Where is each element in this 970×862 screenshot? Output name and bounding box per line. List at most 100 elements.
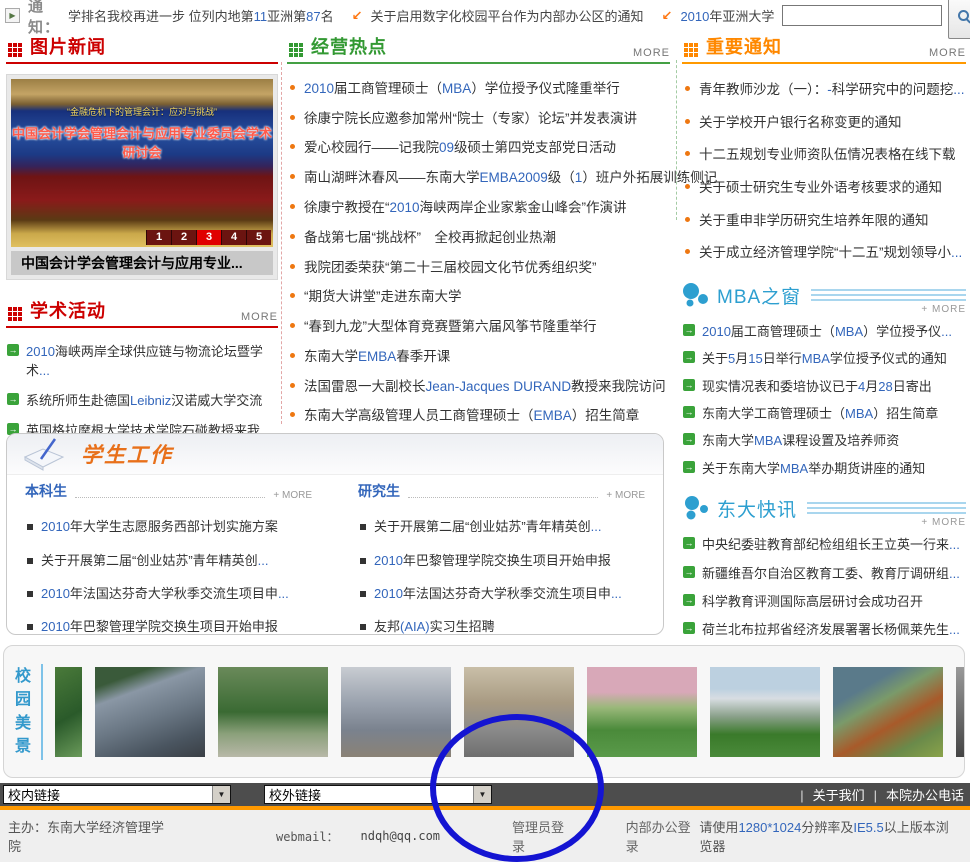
office-login-link[interactable]: 内部办公登录 bbox=[626, 817, 700, 855]
news-item[interactable]: → 东南大学工商管理硕士（MBA）招生简章 bbox=[682, 399, 966, 426]
notice-label: 通知： bbox=[28, 0, 60, 37]
grid-icon bbox=[8, 42, 23, 57]
news-item[interactable]: → 2010海峡两岸全球供应链与物流论坛暨学术... bbox=[6, 336, 278, 385]
campus-photo[interactable] bbox=[55, 667, 82, 757]
notice-item[interactable]: 关于启用数字化校园平台作为内部办公区的通知 bbox=[371, 6, 644, 25]
footer-links: 关于我们 本院办公电话 bbox=[791, 785, 964, 804]
notices-list: 青年教师沙龙（一）：-科学研究中的问题挖... 关于学校开户银行名称变更的通知 … bbox=[682, 72, 966, 268]
news-item[interactable]: 关于学校开户银行名称变更的通知 bbox=[682, 105, 966, 138]
business-more-link[interactable]: MORE bbox=[633, 47, 670, 59]
news-item[interactable]: → 关于5月15日举行MBA学位授予仪式的通知 bbox=[682, 344, 966, 371]
news-item[interactable]: 徐康宁院长应邀参加常州“院士（专家）论坛”并发表演讲 bbox=[287, 102, 670, 132]
news-item[interactable]: 2010年巴黎管理学院交换生项目开始申报 bbox=[25, 609, 312, 642]
column-title: 本科生 bbox=[25, 481, 67, 501]
dot-bullet-icon bbox=[290, 323, 295, 328]
news-item[interactable]: → 现实情况表和委培协议已于4月28日寄出 bbox=[682, 371, 966, 398]
news-item[interactable]: → 2010届工商管理硕士（MBA）学位授予仪... bbox=[682, 317, 966, 344]
arrow-bullet-icon: → bbox=[683, 537, 695, 549]
graduate-more-link[interactable]: + MORE bbox=[606, 490, 645, 501]
arrow-bullet-icon: → bbox=[683, 566, 695, 578]
pagination-page[interactable]: 4 bbox=[221, 230, 246, 245]
dropdown-arrow-icon[interactable]: ▼ bbox=[473, 786, 491, 803]
news-item[interactable]: → 东南大学MBA课程设置及培养师资 bbox=[682, 426, 966, 453]
news-item[interactable]: → 荷兰北布拉邦省经济发展署署长杨佩莱先生... bbox=[682, 614, 966, 642]
dot-bullet-icon bbox=[290, 293, 295, 298]
pagination-page[interactable]: 3 bbox=[196, 230, 221, 245]
news-item[interactable]: 2010年巴黎管理学院交换生项目开始申报 bbox=[358, 542, 645, 575]
grid-icon bbox=[8, 306, 23, 321]
campus-photo[interactable] bbox=[341, 667, 451, 757]
news-item[interactable]: 徐康宁教授在“2010海峡两岸企业家紫金山峰会”作演讲 bbox=[287, 191, 670, 221]
notice-item[interactable]: 学排名我校再进一步 位列内地第11亚洲第87名 bbox=[68, 6, 334, 25]
news-item[interactable]: 备战第七届“挑战杯” 全校再掀起创业热潮 bbox=[287, 221, 670, 251]
office-phone-link[interactable]: 本院办公电话 bbox=[865, 785, 964, 804]
news-item[interactable]: 青年教师沙龙（一）：-科学研究中的问题挖... bbox=[682, 72, 966, 105]
news-item[interactable]: 东南大学高级管理人员工商管理硕士（EMBA）招生简章 bbox=[287, 400, 670, 430]
external-links-select[interactable]: 校外链接 ▼ bbox=[264, 785, 492, 804]
news-item[interactable]: 法国雷恩一大副校长Jean-Jacques DURAND教授来我院访问 bbox=[287, 370, 670, 400]
pagination-page[interactable]: 1 bbox=[146, 230, 171, 245]
campus-photo[interactable] bbox=[218, 667, 328, 757]
arrow-bullet-icon: → bbox=[683, 324, 695, 336]
campus-photo[interactable] bbox=[95, 667, 205, 757]
campus-photo[interactable] bbox=[710, 667, 820, 757]
campus-photo[interactable] bbox=[587, 667, 697, 757]
footer-bar: 校内链接 ▼ 校外链接 ▼ 关于我们 本院办公电话 bbox=[0, 783, 970, 806]
dot-bullet-icon bbox=[290, 174, 295, 179]
dropdown-arrow-icon[interactable]: ▼ bbox=[212, 786, 230, 803]
academic-more-link[interactable]: MORE bbox=[241, 311, 278, 323]
news-item[interactable]: 友邦(AIA)实习生招聘 bbox=[358, 609, 645, 642]
internal-links-select[interactable]: 校内链接 ▼ bbox=[3, 785, 231, 804]
news-item[interactable]: “期货大讲堂”走进东南大学 bbox=[287, 280, 670, 310]
dot-bullet-icon bbox=[290, 115, 295, 120]
news-item[interactable]: → 科学教育评测国际高层研讨会成功召开 bbox=[682, 586, 966, 614]
campus-photo[interactable] bbox=[833, 667, 943, 757]
news-item[interactable]: 2010年法国达芬奇大学秋季交流生项目申... bbox=[25, 576, 312, 609]
campus-photo[interactable] bbox=[956, 667, 964, 757]
arrow-bullet-icon: → bbox=[7, 344, 19, 356]
news-item[interactable]: 关于成立经济管理学院“十二五”规划领导小... bbox=[682, 235, 966, 268]
vertical-divider bbox=[41, 664, 43, 760]
undergrad-more-link[interactable]: + MORE bbox=[273, 490, 312, 501]
notice-item[interactable]: 2010年亚洲大学 bbox=[680, 6, 774, 25]
dot-bullet-icon bbox=[685, 184, 690, 189]
dot-bullet-icon bbox=[685, 217, 690, 222]
dot-bullet-icon bbox=[685, 119, 690, 124]
mba-more-link[interactable]: + MORE bbox=[921, 304, 966, 315]
news-item[interactable]: 关于重申非学历研究生培养年限的通知 bbox=[682, 202, 966, 235]
news-item[interactable]: “春到九龙”大型体育竞赛暨第六届风筝节隆重举行 bbox=[287, 310, 670, 340]
header-stripes bbox=[811, 289, 966, 302]
news-item[interactable]: 爱心校园行——记我院09级硕士第四党支部党日活动 bbox=[287, 132, 670, 162]
webmail-address[interactable]: ndqh@qq.com bbox=[361, 829, 440, 843]
news-item[interactable]: 关于开展第二届“创业姑苏”青年精英创... bbox=[358, 509, 645, 542]
seu-more-link[interactable]: + MORE bbox=[921, 517, 966, 528]
photo-pagination: 12345 bbox=[146, 230, 271, 245]
news-item[interactable]: 2010年法国达芬奇大学秋季交流生项目申... bbox=[358, 576, 645, 609]
news-item[interactable]: 关于硕士研究生专业外语考核要求的通知 bbox=[682, 170, 966, 203]
news-item[interactable]: 南山湖畔沐春风——东南大学EMBA2009级（1）班户外拓展训练侧记 bbox=[287, 161, 670, 191]
about-us-link[interactable]: 关于我们 bbox=[791, 785, 864, 804]
news-item[interactable]: 关于开展第二届“创业姑苏”青年精英创... bbox=[25, 542, 312, 575]
notices-more-link[interactable]: MORE bbox=[929, 47, 966, 59]
news-item[interactable]: 十二五规划专业师资队伍情况表格在线下载 bbox=[682, 137, 966, 170]
mba-list: → 2010届工商管理硕士（MBA）学位授予仪... → 关于5月15日举行MB… bbox=[682, 317, 966, 481]
news-item[interactable]: 2010届工商管理硕士（MBA）学位授予仪式隆重举行 bbox=[287, 72, 670, 102]
news-item[interactable]: 我院团委荣获“第二十三届校园文化节优秀组织奖” bbox=[287, 251, 670, 281]
news-item[interactable]: → 系统所师生赴德国Leibniz汉诺威大学交流 bbox=[6, 385, 278, 415]
news-item[interactable]: → 新疆维吾尔自治区教育工委、教育厅调研组... bbox=[682, 558, 966, 586]
admin-login-link[interactable]: 管理员登录 bbox=[512, 817, 574, 855]
news-item[interactable]: 东南大学EMBA春季开课 bbox=[287, 340, 670, 370]
news-item[interactable]: 2010年大学生志愿服务西部计划实施方案 bbox=[25, 509, 312, 542]
news-item[interactable]: → 中央纪委驻教育部纪检组组长王立英一行来... bbox=[682, 530, 966, 558]
notice-play-icon[interactable]: ▶ bbox=[5, 8, 20, 23]
seu-news-header: 东大快讯 + MORE bbox=[682, 495, 966, 522]
mba-header: MBA之窗 + MORE bbox=[682, 282, 966, 309]
pagination-page[interactable]: 5 bbox=[246, 230, 271, 245]
arrow-bullet-icon: → bbox=[683, 622, 695, 634]
photo-caption[interactable]: 中国会计学会管理会计与应用专业... bbox=[11, 251, 273, 275]
photo-news-image[interactable]: “金融危机下的管理会计：应对与挑战” 中国会计学会管理会计与应用专业委员会学术研… bbox=[11, 79, 273, 247]
news-item[interactable]: → 关于东南大学MBA举办期货讲座的通知 bbox=[682, 453, 966, 480]
pagination-page[interactable]: 2 bbox=[171, 230, 196, 245]
search-input[interactable] bbox=[782, 5, 942, 26]
campus-photo[interactable] bbox=[464, 667, 574, 757]
